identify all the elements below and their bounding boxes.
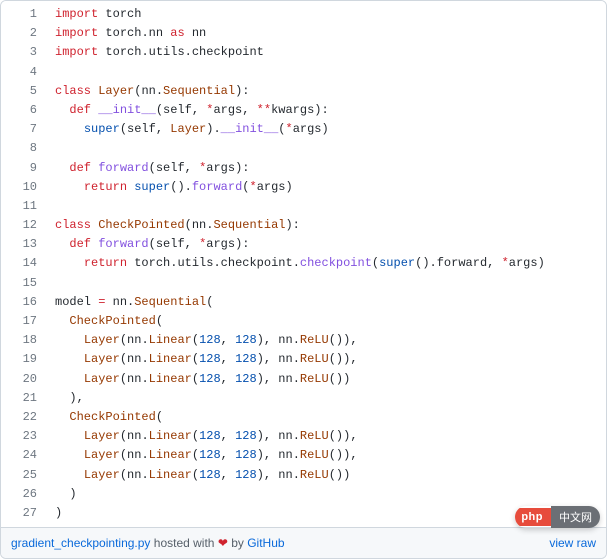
line-number: 4 [1, 63, 47, 82]
github-link[interactable]: GitHub [247, 536, 284, 550]
line-number: 26 [1, 485, 47, 504]
code-area: 1import torch2import torch.nn as nn3impo… [1, 1, 606, 527]
code-content: import torch [47, 5, 606, 24]
code-line: 6 def __init__(self, *args, **kwargs): [1, 101, 606, 120]
code-line: 15 [1, 274, 606, 293]
gist-meta-bar: gradient_checkpointing.py hosted with ❤ … [1, 527, 606, 558]
line-number: 9 [1, 159, 47, 178]
gist-meta-left: gradient_checkpointing.py hosted with ❤ … [11, 536, 285, 550]
code-content: Layer(nn.Linear(128, 128), nn.ReLU()), [47, 446, 606, 465]
code-line: 8 [1, 139, 606, 158]
code-line: 25 Layer(nn.Linear(128, 128), nn.ReLU()) [1, 466, 606, 485]
code-content: model = nn.Sequential( [47, 293, 606, 312]
gist-container: 1import torch2import torch.nn as nn3impo… [0, 0, 607, 559]
code-line: 1import torch [1, 5, 606, 24]
code-content: import torch.nn as nn [47, 24, 606, 43]
code-line: 27) [1, 504, 606, 523]
code-line: 18 Layer(nn.Linear(128, 128), nn.ReLU())… [1, 331, 606, 350]
line-number: 10 [1, 178, 47, 197]
line-number: 18 [1, 331, 47, 350]
line-number: 8 [1, 139, 47, 158]
code-content [47, 197, 606, 216]
code-content: class CheckPointed(nn.Sequential): [47, 216, 606, 235]
code-line: 11 [1, 197, 606, 216]
line-number: 13 [1, 235, 47, 254]
code-content: return super().forward(*args) [47, 178, 606, 197]
code-line: 23 Layer(nn.Linear(128, 128), nn.ReLU())… [1, 427, 606, 446]
code-content: return torch.utils.checkpoint.checkpoint… [47, 254, 606, 273]
line-number: 15 [1, 274, 47, 293]
code-line: 22 CheckPointed( [1, 408, 606, 427]
line-number: 25 [1, 466, 47, 485]
by-text: by [228, 536, 247, 550]
view-raw-link[interactable]: view raw [549, 536, 596, 550]
code-line: 3import torch.utils.checkpoint [1, 43, 606, 62]
code-line: 12class CheckPointed(nn.Sequential): [1, 216, 606, 235]
code-line: 16model = nn.Sequential( [1, 293, 606, 312]
code-content: def forward(self, *args): [47, 159, 606, 178]
code-content [47, 139, 606, 158]
code-line: 7 super(self, Layer).__init__(*args) [1, 120, 606, 139]
code-content: Layer(nn.Linear(128, 128), nn.ReLU()), [47, 427, 606, 446]
code-line: 14 return torch.utils.checkpoint.checkpo… [1, 254, 606, 273]
code-line: 2import torch.nn as nn [1, 24, 606, 43]
code-content: super(self, Layer).__init__(*args) [47, 120, 606, 139]
code-content: ) [47, 504, 606, 523]
code-line: 17 CheckPointed( [1, 312, 606, 331]
line-number: 1 [1, 5, 47, 24]
code-line: 20 Layer(nn.Linear(128, 128), nn.ReLU()) [1, 370, 606, 389]
heart-icon: ❤ [218, 536, 228, 550]
code-line: 13 def forward(self, *args): [1, 235, 606, 254]
code-content: def forward(self, *args): [47, 235, 606, 254]
code-line: 24 Layer(nn.Linear(128, 128), nn.ReLU())… [1, 446, 606, 465]
code-line: 4 [1, 63, 606, 82]
line-number: 24 [1, 446, 47, 465]
code-line: 19 Layer(nn.Linear(128, 128), nn.ReLU())… [1, 350, 606, 369]
hosted-text: hosted with [150, 536, 217, 550]
line-number: 19 [1, 350, 47, 369]
line-number: 20 [1, 370, 47, 389]
line-number: 17 [1, 312, 47, 331]
code-line: 9 def forward(self, *args): [1, 159, 606, 178]
code-content: Layer(nn.Linear(128, 128), nn.ReLU()), [47, 331, 606, 350]
line-number: 2 [1, 24, 47, 43]
line-number: 14 [1, 254, 47, 273]
code-content: CheckPointed( [47, 408, 606, 427]
line-number: 3 [1, 43, 47, 62]
line-number: 22 [1, 408, 47, 427]
line-number: 11 [1, 197, 47, 216]
line-number: 12 [1, 216, 47, 235]
line-number: 5 [1, 82, 47, 101]
code-content: import torch.utils.checkpoint [47, 43, 606, 62]
line-number: 27 [1, 504, 47, 523]
code-content: Layer(nn.Linear(128, 128), nn.ReLU()) [47, 370, 606, 389]
code-line: 5class Layer(nn.Sequential): [1, 82, 606, 101]
code-line: 21 ), [1, 389, 606, 408]
code-content: CheckPointed( [47, 312, 606, 331]
code-content: ) [47, 485, 606, 504]
code-content: ), [47, 389, 606, 408]
code-content: Layer(nn.Linear(128, 128), nn.ReLU()), [47, 350, 606, 369]
line-number: 23 [1, 427, 47, 446]
line-number: 16 [1, 293, 47, 312]
code-line: 26 ) [1, 485, 606, 504]
line-number: 7 [1, 120, 47, 139]
code-content: def __init__(self, *args, **kwargs): [47, 101, 606, 120]
code-content [47, 274, 606, 293]
code-content: class Layer(nn.Sequential): [47, 82, 606, 101]
code-content: Layer(nn.Linear(128, 128), nn.ReLU()) [47, 466, 606, 485]
code-line: 10 return super().forward(*args) [1, 178, 606, 197]
line-number: 6 [1, 101, 47, 120]
line-number: 21 [1, 389, 47, 408]
code-content [47, 63, 606, 82]
filename-link[interactable]: gradient_checkpointing.py [11, 536, 150, 550]
